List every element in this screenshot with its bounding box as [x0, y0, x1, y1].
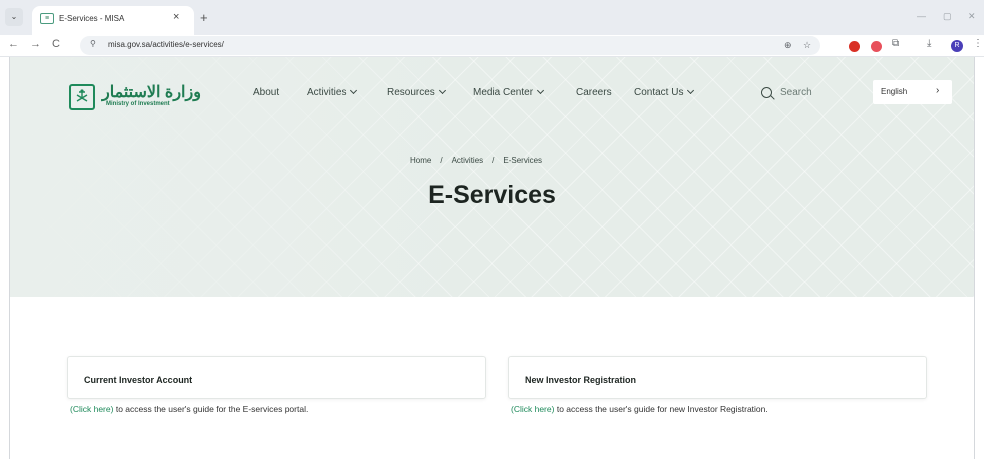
browser-tab-bar: ⌄ ≡ E-Services - MISA × + — ▢ ✕ [0, 0, 984, 35]
nav-careers-label: Careers [576, 87, 612, 98]
ministry-emblem-icon[interactable] [69, 84, 95, 110]
breadcrumb: Home / Activities / E-Services [410, 156, 542, 165]
chevron-down-icon [350, 86, 358, 95]
guide-description: to access the user's guide for the E-ser… [115, 404, 309, 414]
page-content: وزارة الاستثمار Ministry of Investment A… [9, 57, 975, 459]
click-here-link[interactable]: (Click here) [511, 404, 554, 414]
nav-activities-label: Activities [307, 87, 347, 98]
hero-banner: وزارة الاستثمار Ministry of Investment A… [10, 57, 974, 297]
new-investor-guide: (Click here) to access the user's guide … [511, 404, 768, 414]
nav-resources[interactable]: Resources [387, 86, 446, 98]
tab-title: E-Services - MISA [59, 14, 125, 23]
favicon-icon: ≡ [40, 13, 54, 24]
language-selector[interactable]: English › [873, 80, 952, 104]
nav-contact-us[interactable]: Contact Us [634, 86, 695, 98]
current-investor-card[interactable]: Current Investor Account [67, 356, 486, 399]
chevron-down-icon [438, 86, 446, 95]
breadcrumb-activities[interactable]: Activities [452, 156, 484, 165]
nav-media-center-label: Media Center [473, 87, 534, 98]
search-button[interactable]: Search [780, 87, 812, 98]
url-text[interactable]: misa.gov.sa/activities/e-services/ [108, 40, 224, 49]
nav-careers[interactable]: Careers [576, 87, 612, 98]
logo-english-text[interactable]: Ministry of Investment [106, 101, 170, 107]
site-info-icon[interactable]: ⚲ [90, 39, 96, 48]
click-here-link[interactable]: (Click here) [70, 404, 113, 414]
breadcrumb-current: E-Services [503, 156, 543, 165]
forward-icon[interactable]: → [30, 38, 41, 50]
card-title: New Investor Registration [525, 375, 637, 385]
browser-toolbar: ← → C ⚲ misa.gov.sa/activities/e-service… [0, 35, 984, 57]
extensions-puzzle-icon[interactable]: ⧉ [892, 38, 899, 49]
zoom-icon[interactable]: ⊕ [784, 40, 792, 51]
search-icon[interactable] [761, 87, 772, 98]
logo-arabic-text[interactable]: وزارة الاستثمار [102, 82, 201, 102]
browser-tab[interactable]: ≡ E-Services - MISA × [32, 6, 194, 35]
chevron-down-icon [687, 86, 695, 95]
back-icon[interactable]: ← [8, 38, 19, 50]
maximize-icon[interactable]: ▢ [943, 11, 952, 22]
nav-about-label: About [253, 87, 280, 98]
window-close-icon[interactable]: ✕ [968, 11, 976, 22]
address-bar[interactable]: ⚲ misa.gov.sa/activities/e-services/ ⊕ ☆ [80, 36, 820, 55]
browser-menu-icon[interactable]: ⋮ [973, 38, 983, 49]
nav-media-center[interactable]: Media Center [473, 86, 545, 98]
current-investor-guide: (Click here) to access the user's guide … [70, 404, 308, 414]
language-label: English [881, 87, 908, 96]
guide-description: to access the user's guide for new Inves… [556, 404, 768, 414]
card-title: Current Investor Account [84, 375, 193, 385]
breadcrumb-separator: / [440, 156, 443, 165]
minimize-icon[interactable]: — [917, 11, 926, 21]
new-tab-button[interactable]: + [200, 10, 208, 25]
chevron-down-icon [536, 86, 545, 95]
nav-resources-label: Resources [387, 87, 435, 98]
download-icon[interactable]: ⤓ [927, 38, 931, 49]
breadcrumb-separator: / [492, 156, 495, 165]
nav-contact-us-label: Contact Us [634, 87, 684, 98]
extension-icon[interactable] [849, 41, 860, 52]
breadcrumb-home[interactable]: Home [410, 156, 431, 165]
chevron-right-icon: › [936, 85, 940, 96]
tab-search-button[interactable]: ⌄ [5, 8, 23, 26]
profile-avatar[interactable]: R [951, 40, 963, 52]
reload-icon[interactable]: C [52, 38, 60, 50]
extension-icon[interactable] [871, 41, 882, 52]
bookmark-star-icon[interactable]: ☆ [803, 40, 811, 51]
page-title: E-Services [428, 181, 556, 209]
tab-close-icon[interactable]: × [173, 11, 179, 23]
nav-activities[interactable]: Activities [307, 86, 358, 98]
nav-about[interactable]: About [253, 87, 279, 98]
new-investor-card[interactable]: New Investor Registration [508, 356, 927, 399]
